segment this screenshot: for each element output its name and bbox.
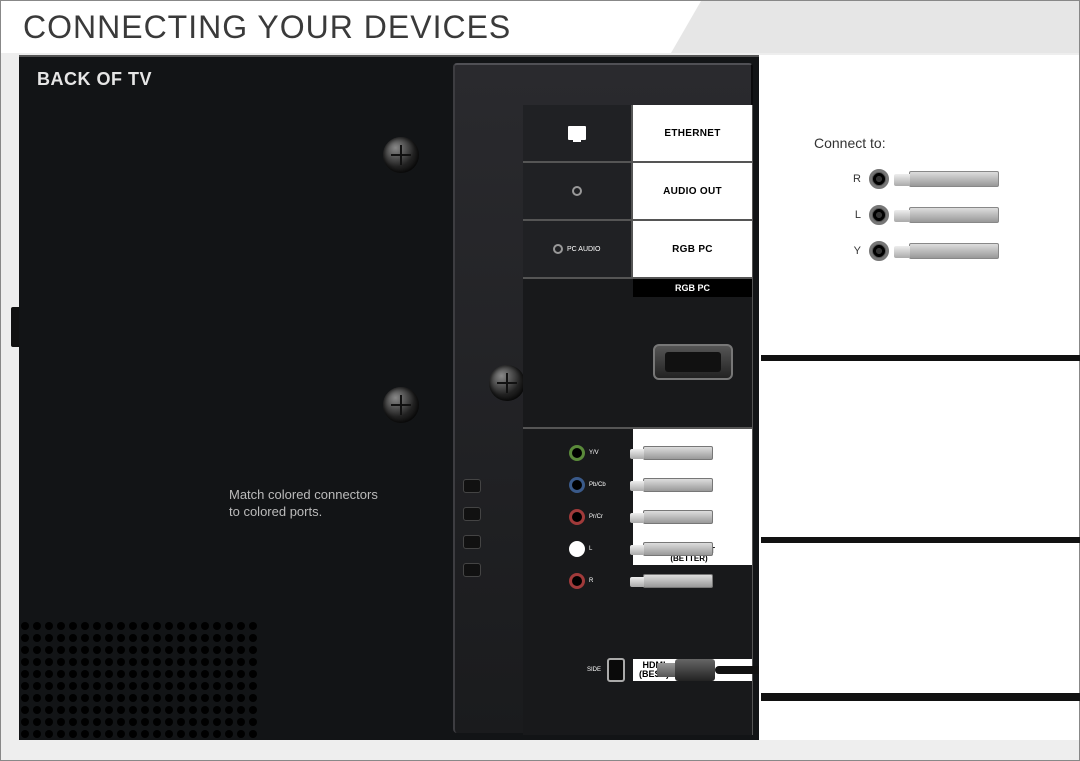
rca-plug-icon: [643, 574, 713, 588]
ext-plug-icon: [909, 171, 999, 187]
mini-jack-icon: [572, 186, 582, 196]
port-row-rgb-pc: PC AUDIO RGB PC: [523, 221, 752, 279]
vga-slot: [523, 297, 752, 427]
rca-plug-icon: [643, 446, 713, 460]
ext-row-r: R: [849, 161, 1003, 197]
hdmi-plug-icon: [675, 659, 715, 681]
port-row-ethernet: ETHERNET: [523, 105, 752, 163]
wire: [761, 537, 1080, 543]
ext-row-l: L: [849, 197, 1003, 233]
rca-jack-white: [569, 541, 585, 557]
screw-icon: [383, 387, 419, 423]
rca-jack-red-audio: [569, 573, 585, 589]
ext-jack-icon: [869, 169, 889, 189]
rca-jack-blue: [569, 477, 585, 493]
wire: [761, 693, 1080, 701]
hdmi-block: SIDE HDMI (BEST): [523, 645, 752, 695]
rca-plug-icon: [643, 478, 713, 492]
content-area: BACK OF TV Match colored connectors to c…: [19, 55, 1079, 740]
rgb-pc-label: RGB PC: [633, 221, 752, 277]
manual-page: CONNECTING YOUR DEVICES BACK OF TV Match…: [0, 0, 1080, 761]
tv-back-panel: BACK OF TV Match colored connectors to c…: [19, 55, 759, 740]
port-panel: ETHERNET AUDIO OUT PC AUDIO RGB PC RGB P: [523, 105, 753, 735]
ethernet-port: [523, 105, 633, 161]
rca-block: COMPOSITE (GOOD) COMPONENT (BETTER) Y/V: [523, 427, 752, 605]
ext-plug-icon: [909, 207, 999, 223]
pc-audio-port: PC AUDIO: [523, 221, 633, 277]
tv-recessed-area: ETHERNET AUDIO OUT PC AUDIO RGB PC RGB P: [453, 63, 753, 733]
vga-port-icon: [653, 344, 733, 380]
port-row-audio-out: AUDIO OUT: [523, 163, 752, 221]
note-line-1: Match colored connectors: [229, 487, 378, 502]
speaker-dots: [19, 620, 269, 740]
rca-row-r: R: [523, 565, 752, 597]
rca-plug-icon: [643, 542, 713, 556]
vent-bumps: [463, 465, 481, 591]
rca-plug-icon: [643, 510, 713, 524]
speaker-grille: [19, 620, 269, 740]
connect-to-side: Connect to: R L Y: [759, 55, 1079, 740]
mini-jack-icon: [553, 244, 563, 254]
subtitle: BACK OF TV: [37, 69, 152, 90]
ext-plug-icon: [909, 243, 999, 259]
side-bump: [11, 307, 19, 347]
wire: [761, 355, 1080, 361]
audio-out-label: AUDIO OUT: [633, 163, 752, 219]
audio-out-port: [523, 163, 633, 219]
ext-row-y: Y: [849, 233, 1003, 269]
rca-jack-green: [569, 445, 585, 461]
ethernet-label: ETHERNET: [633, 105, 752, 161]
instruction-note: Match colored connectors to colored port…: [229, 487, 429, 521]
screw-icon: [383, 137, 419, 173]
screw-icon: [489, 365, 525, 401]
rgb-pc-header: RGB PC: [523, 279, 752, 297]
hdmi-port-icon: [607, 658, 625, 682]
connect-to-label: Connect to:: [814, 135, 886, 151]
ext-jack-icon: [869, 205, 889, 225]
ext-jack-icon: [869, 241, 889, 261]
rca-jack-red: [569, 509, 585, 525]
ethernet-icon: [568, 126, 586, 140]
page-title: CONNECTING YOUR DEVICES: [23, 9, 511, 46]
hdmi-side-label: SIDE: [587, 667, 601, 673]
external-rca-jacks: R L Y: [849, 161, 1003, 269]
note-line-2: to colored ports.: [229, 504, 322, 519]
pc-audio-label: PC AUDIO: [567, 246, 600, 253]
